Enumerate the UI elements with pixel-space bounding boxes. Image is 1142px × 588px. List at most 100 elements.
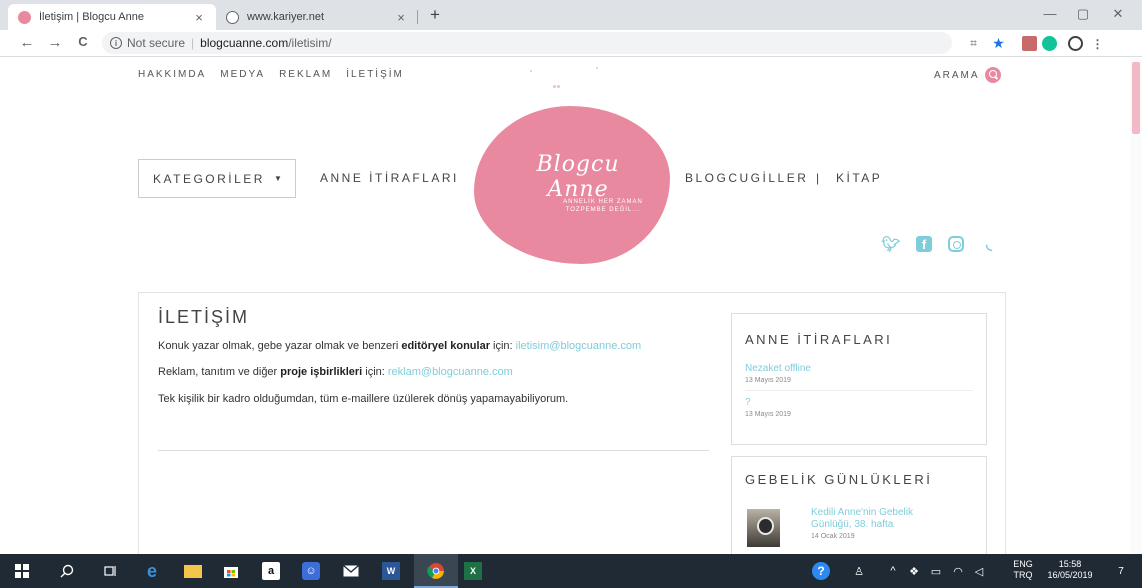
bookmark-star-icon[interactable]: ★ <box>991 35 1006 51</box>
nav-anne-itiraflari[interactable]: ANNE İTİRAFLARI <box>320 171 459 185</box>
tab-iletisim[interactable]: İletişim | Blogcu Anne × <box>8 4 216 30</box>
excel-icon[interactable]: X <box>464 562 482 580</box>
bold-editorial: editöryel konular <box>401 340 490 352</box>
logo-speck <box>596 67 598 69</box>
logo-speck <box>557 85 560 88</box>
pdf-extension-icon[interactable] <box>1022 36 1037 51</box>
people-icon[interactable]: ♙ <box>850 562 868 580</box>
file-explorer-icon[interactable] <box>184 565 202 578</box>
clock[interactable]: 15:58 16/05/2019 <box>1044 559 1096 581</box>
close-window-button[interactable]: ✕ <box>1108 6 1128 22</box>
chevron-up-icon[interactable]: ^ <box>884 562 902 580</box>
instagram-icon[interactable] <box>948 236 964 252</box>
dropbox-icon[interactable]: ❖ <box>905 562 923 580</box>
edge-icon[interactable]: e <box>143 561 161 581</box>
nav-kitap[interactable]: KİTAP <box>836 171 882 185</box>
tab-kariyer[interactable]: www.kariyer.net × <box>216 4 418 30</box>
reload-button[interactable]: C <box>74 34 92 49</box>
nav-iletisim[interactable]: İLETİŞİM <box>346 69 404 80</box>
twitter-icon[interactable]: 🐦︎ <box>881 235 900 253</box>
address-bar[interactable]: i Not secure | blogcuanne.com /iletisim/ <box>102 32 952 54</box>
language-indicator[interactable]: ENG TRQ <box>1008 559 1038 581</box>
translate-icon[interactable]: ⌗ <box>966 36 981 51</box>
store-icon[interactable] <box>222 562 240 580</box>
address-separator: | <box>191 36 195 50</box>
post-thumbnail[interactable] <box>747 509 780 547</box>
contact-note: Tek kişilik bir kadro olduğumdan, tüm e-… <box>158 393 569 405</box>
contact-line-editorial: Konuk yazar olmak, gebe yazar olmak ve b… <box>158 340 642 352</box>
post-link[interactable]: Kedili Anne'nin Gebelik Günlüğü, 38. haf… <box>811 507 913 531</box>
widget-title: ANNE İTİRAFLARI <box>745 332 893 347</box>
new-tab-button[interactable]: + <box>425 5 445 25</box>
post-date: 13 Mayıs 2019 <box>745 411 791 418</box>
categories-dropdown[interactable]: KATEGORİLER ▼ <box>138 159 296 198</box>
mail-icon[interactable] <box>342 562 360 580</box>
social-links: 🐦︎ f ◟ <box>881 235 998 253</box>
menu-icon[interactable]: ⋮ <box>1090 36 1105 51</box>
page-scrollbar[interactable] <box>1130 58 1142 554</box>
word-icon[interactable]: W <box>382 562 400 580</box>
search-icon[interactable] <box>58 562 76 580</box>
amazon-icon[interactable]: a <box>262 562 280 580</box>
search-label: ARAMA <box>934 69 980 81</box>
notifications-count: 7 <box>1118 565 1124 577</box>
post-link[interactable]: Nezaket offline <box>745 363 811 374</box>
volume-icon[interactable]: ◁ <box>970 562 988 580</box>
minimize-button[interactable]: — <box>1040 6 1060 21</box>
profile-icon[interactable] <box>1068 36 1083 51</box>
tab-title: www.kariyer.net <box>247 11 325 23</box>
web-page: HAKKIMDA MEDYA REKLAM İLETİŞİM ARAMA Blo… <box>0 58 1142 554</box>
tab-close-icon[interactable]: × <box>192 10 206 25</box>
post-date: 14 Ocak 2019 <box>811 533 855 540</box>
logo-tagline-line1: ANNELİK HER ZAMAN <box>563 199 643 205</box>
chrome-icon[interactable] <box>427 562 445 580</box>
widget-anne-itiraflari: ANNE İTİRAFLARI Nezaket offline 13 Mayıs… <box>731 313 987 445</box>
url-path: /iletisim/ <box>288 36 332 50</box>
nav-medya[interactable]: MEDYA <box>220 69 265 80</box>
logo-script-text: Blogcu Anne <box>536 152 620 202</box>
globe-icon <box>226 10 239 24</box>
back-button[interactable]: ← <box>18 34 36 51</box>
page-title: İLETİŞİM <box>158 307 250 327</box>
logo-speck <box>530 70 532 72</box>
url-host: blogcuanne.com <box>200 36 289 50</box>
nav-reklam[interactable]: REKLAM <box>279 69 332 80</box>
facebook-icon[interactable]: f <box>916 236 932 252</box>
tab-separator <box>417 10 418 24</box>
search-icon <box>984 67 1001 83</box>
categories-label: KATEGORİLER <box>153 171 265 186</box>
widget-title: GEBELİK GÜNLÜKLERİ <box>745 472 933 487</box>
security-label: Not secure <box>127 36 186 50</box>
battery-icon[interactable]: ▭ <box>927 562 945 580</box>
help-icon[interactable]: ? <box>812 562 830 580</box>
tab-title: İletişim | Blogcu Anne <box>39 11 144 23</box>
email-iletisim-link[interactable]: iletisim@blogcuanne.com <box>516 340 642 352</box>
grammarly-icon[interactable] <box>1042 36 1057 51</box>
search-button[interactable]: ARAMA <box>934 67 1001 83</box>
browser-toolbar: ← → C i Not secure | blogcuanne.com /ile… <box>0 30 1142 57</box>
rss-icon[interactable]: ◟ <box>980 235 998 253</box>
messenger-icon[interactable]: ☺ <box>302 562 320 580</box>
scroll-thumb[interactable] <box>1132 62 1140 134</box>
widget-separator <box>745 390 973 391</box>
widget-gebelik-gunlukleri: GEBELİK GÜNLÜKLERİ Kedili Anne'nin Gebel… <box>731 456 987 554</box>
browser-tab-bar: İletişim | Blogcu Anne × www.kariyer.net… <box>0 0 1142 30</box>
notifications-icon[interactable]: 7 <box>1112 562 1130 580</box>
content-area: İLETİŞİM Konuk yazar olmak, gebe yazar o… <box>138 292 1006 554</box>
email-reklam-link[interactable]: reklam@blogcuanne.com <box>388 366 513 378</box>
wifi-icon[interactable]: ◠ <box>949 562 967 580</box>
info-icon[interactable]: i <box>110 37 122 49</box>
forward-button[interactable]: → <box>46 34 64 51</box>
restore-button[interactable]: ▢ <box>1073 6 1093 22</box>
post-link[interactable]: ? <box>745 397 751 408</box>
task-view-icon[interactable] <box>102 562 120 580</box>
nav-blogcugiller[interactable]: BLOGCUGİLLER <box>685 171 808 185</box>
tab-close-icon[interactable]: × <box>394 10 408 25</box>
contact-line-ads: Reklam, tanıtım ve diğer proje işbirlikl… <box>158 366 513 378</box>
content-divider <box>158 450 709 451</box>
logo-speck <box>553 85 556 88</box>
nav-hakkimda[interactable]: HAKKIMDA <box>138 69 206 80</box>
bold-projects: proje işbirlikleri <box>280 366 363 378</box>
site-logo[interactable]: Blogcu Anne ANNELİK HER ZAMAN TOZPEMBE D… <box>474 106 670 264</box>
windows-start-icon[interactable] <box>13 562 31 580</box>
